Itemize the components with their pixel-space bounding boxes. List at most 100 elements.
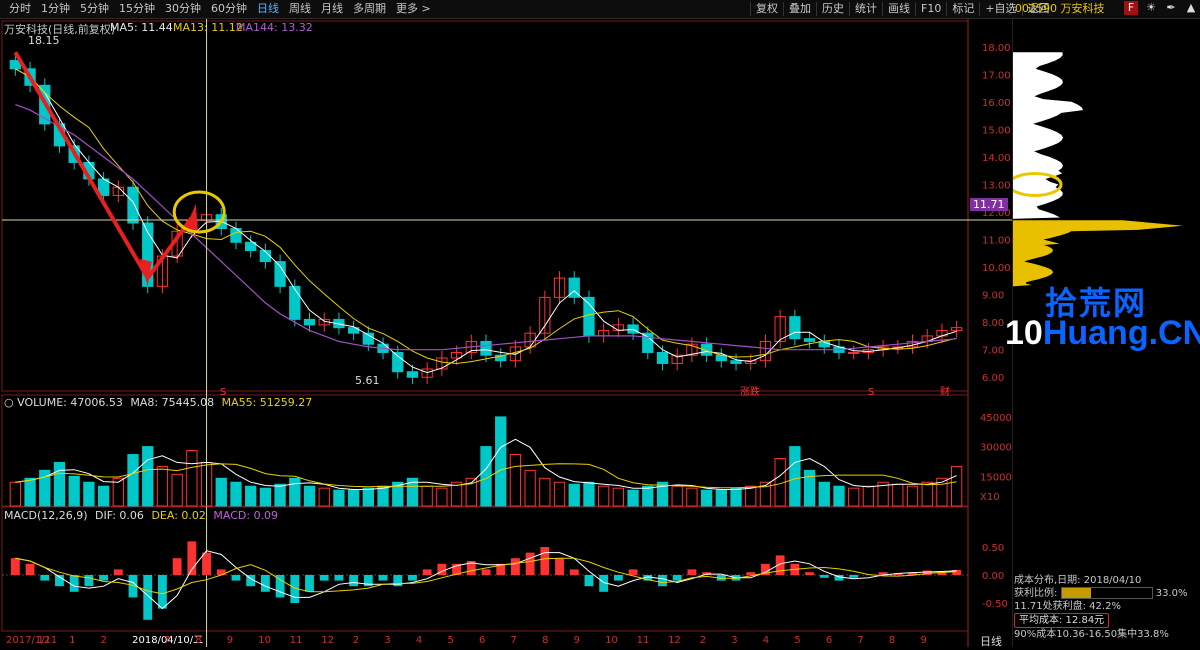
volume-bar-64 bbox=[950, 465, 963, 507]
volume-bar-49 bbox=[730, 487, 742, 507]
volume-bar-14 bbox=[215, 477, 227, 507]
price-tick-0: 18.00 bbox=[982, 43, 1011, 54]
volume-bar-24 bbox=[362, 487, 374, 507]
volume-bar-54 bbox=[803, 469, 816, 507]
tab-5[interactable]: 60分钟 bbox=[206, 2, 252, 16]
candle-body-20 bbox=[303, 318, 316, 326]
volume-bar-56 bbox=[833, 485, 845, 507]
cost-date: 成本分布,日期: 2018/04/10 bbox=[1014, 575, 1142, 586]
macd-title: MACD(12,26,9) bbox=[4, 509, 88, 522]
tab-8[interactable]: 月线 bbox=[316, 2, 348, 16]
macd-bar-22 bbox=[334, 575, 344, 581]
macd-tick-2: -0.50 bbox=[982, 599, 1008, 610]
volume-bar-43 bbox=[642, 485, 654, 507]
x-label-24: 4 bbox=[763, 635, 769, 646]
price-header: 万安科技(日线,前复权) bbox=[4, 23, 116, 36]
tab-9[interactable]: 多周期 bbox=[348, 2, 391, 16]
tab-6[interactable]: 日线 bbox=[252, 2, 284, 16]
tool-button-5[interactable]: F10 bbox=[915, 2, 946, 16]
x-label-8: 10 bbox=[258, 635, 271, 646]
tool-button-4[interactable]: 画线 bbox=[882, 2, 915, 16]
volume-bar-28 bbox=[421, 485, 433, 507]
up-arrow-icon[interactable]: ▲ bbox=[1184, 1, 1198, 15]
x-label-29: 9 bbox=[920, 635, 926, 646]
macd-bar-11 bbox=[172, 558, 182, 575]
tab-7[interactable]: 周线 bbox=[284, 2, 316, 16]
tab-4[interactable]: 30分钟 bbox=[160, 2, 206, 16]
event-marker-3: 财 bbox=[940, 385, 950, 398]
price-tick-12: 6.00 bbox=[982, 373, 1004, 384]
macd-bar-5 bbox=[84, 575, 94, 587]
macd-bar-38 bbox=[569, 569, 579, 575]
kline-chart[interactable]: 18.0017.0016.0015.0014.0013.0012.0011.00… bbox=[0, 19, 1200, 647]
price-tick-1: 17.00 bbox=[982, 70, 1011, 81]
macd-bar-39 bbox=[584, 575, 594, 587]
tool-button-3[interactable]: 统计 bbox=[849, 2, 882, 16]
price-tick-5: 13.00 bbox=[982, 180, 1011, 191]
watermark-prefix: 10 bbox=[1005, 314, 1043, 352]
toolbar: 分时 1分钟 5分钟 15分钟 30分钟 60分钟 日线 周线 月线 多周期 更多 > 复权 叠加 历史… bbox=[0, 0, 1200, 19]
macd-bar-36 bbox=[540, 547, 550, 575]
x-label-7: 9 bbox=[227, 635, 233, 646]
period-tabs: 分时 1分钟 5分钟 15分钟 30分钟 60分钟 日线 周线 月线 多周期 更多 > bbox=[4, 2, 436, 16]
x-label-6: 8 bbox=[195, 635, 201, 646]
candle-body-32 bbox=[480, 340, 492, 356]
hammer-icon[interactable]: ✒ bbox=[1164, 1, 1178, 15]
tab-3[interactable]: 15分钟 bbox=[114, 2, 160, 16]
macd-dea: DEA: 0.02 bbox=[151, 509, 206, 522]
volume-bar-34 bbox=[509, 454, 522, 507]
volume-bar-40 bbox=[598, 485, 610, 507]
volume-bar-17 bbox=[259, 487, 272, 507]
chart-area[interactable]: 18.00 17.00 16.00 15.00 14.00 13.00 12.00 11.00… bbox=[0, 19, 1200, 648]
tool-button-2[interactable]: 历史 bbox=[816, 2, 849, 16]
tab-10[interactable]: 更多 > bbox=[391, 2, 436, 16]
volume-bar-12 bbox=[186, 450, 198, 507]
macd-bar-32 bbox=[481, 569, 491, 575]
macd-dea-line bbox=[15, 557, 957, 595]
macd-bar-50 bbox=[746, 572, 756, 575]
macd-bar-37 bbox=[555, 558, 564, 575]
candle-body-17 bbox=[259, 250, 272, 263]
macd-bar-21 bbox=[319, 575, 329, 581]
macd-bar-7 bbox=[113, 569, 123, 575]
macd-bar-15 bbox=[231, 575, 241, 581]
stock-code-name: 002590 万安科技 bbox=[1015, 2, 1105, 15]
window-icons: F ☀ ✒ ▲ bbox=[1124, 1, 1198, 15]
tool-button-1[interactable]: 叠加 bbox=[783, 2, 816, 16]
x-label-25: 5 bbox=[794, 635, 800, 646]
tool-button-0[interactable]: 复权 bbox=[750, 2, 783, 16]
price-tick-2: 16.00 bbox=[982, 98, 1011, 109]
flag-icon[interactable]: F bbox=[1124, 1, 1138, 15]
lightbulb-icon[interactable]: ☀ bbox=[1144, 1, 1158, 15]
profit-ratio-row: 获利比例: 33.0% bbox=[1014, 587, 1198, 600]
volume-dot-icon[interactable]: ○ bbox=[4, 396, 14, 409]
x-label-18: 9 bbox=[574, 635, 580, 646]
tab-1[interactable]: 1分钟 bbox=[36, 2, 75, 16]
volume-bar-35 bbox=[524, 469, 536, 507]
price-tick-11: 7.00 bbox=[982, 346, 1004, 357]
volume-bar-25 bbox=[377, 485, 389, 507]
price-tick-10: 8.00 bbox=[982, 318, 1004, 329]
tab-2[interactable]: 5分钟 bbox=[75, 2, 114, 16]
volume-bar-4 bbox=[68, 475, 80, 507]
tool-button-6[interactable]: 标记 bbox=[946, 2, 979, 16]
volume-bar-11 bbox=[171, 473, 183, 507]
volume-bar-47 bbox=[700, 489, 713, 507]
macd-bar-35 bbox=[525, 552, 535, 575]
volume-bar-62 bbox=[921, 481, 933, 507]
volume-bar-15 bbox=[230, 481, 242, 507]
volume-bar-48 bbox=[715, 489, 727, 507]
candle-body-53 bbox=[789, 316, 801, 340]
tab-0[interactable]: 分时 bbox=[4, 2, 36, 16]
macd-value: MACD: 0.09 bbox=[213, 509, 279, 522]
volume-tick-1: 30000 bbox=[980, 443, 1012, 454]
volume-bar-20 bbox=[303, 485, 316, 507]
volume-bar-3 bbox=[53, 461, 66, 507]
volume-bar-42 bbox=[627, 489, 639, 507]
volume-value: VOLUME: 47006.53 bbox=[17, 396, 123, 409]
cost-info-box: 成本分布,日期: 2018/04/10 获利比例: 33.0% 11.71处获利… bbox=[1014, 574, 1198, 641]
pane-frame-0 bbox=[1, 20, 969, 392]
price-tick-4: 14.00 bbox=[982, 153, 1011, 164]
macd-bar-27 bbox=[408, 575, 417, 581]
volume-bar-60 bbox=[892, 483, 904, 507]
